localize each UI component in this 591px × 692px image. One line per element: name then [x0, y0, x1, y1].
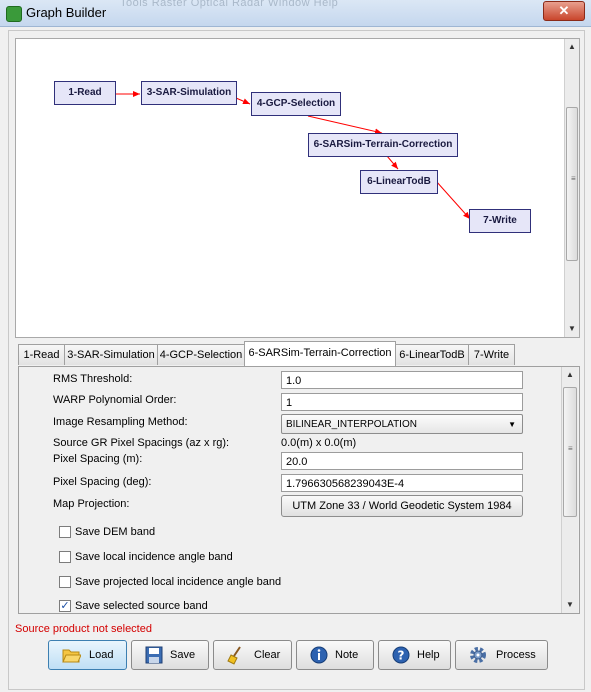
note-button-label: Note: [335, 649, 359, 661]
broom-icon: [227, 646, 241, 665]
tab-write[interactable]: 7-Write: [468, 344, 515, 365]
scroll-thumb[interactable]: ≡: [563, 387, 577, 517]
floppy-disk-icon: [145, 646, 163, 664]
save-projected-incidence-checkbox[interactable]: [59, 576, 71, 588]
edge-terrain-to-lineartodb: [386, 155, 399, 170]
help-icon: ?: [392, 646, 410, 664]
graph-node-lineartodb[interactable]: 6-LinearTodB: [360, 170, 438, 194]
graph-builder-app-icon: [6, 6, 22, 22]
pixel-spacing-m-label: Pixel Spacing (m):: [53, 453, 143, 465]
pixel-spacing-m-field[interactable]: 20.0: [281, 452, 523, 470]
window-title: Graph Builder: [26, 5, 107, 20]
note-button[interactable]: Note: [296, 640, 374, 670]
load-button[interactable]: Load: [48, 640, 127, 670]
info-icon: [310, 646, 328, 664]
graph-node-terrain-correction[interactable]: 6-SARSim-Terrain-Correction: [308, 133, 458, 157]
close-icon: ✕: [558, 3, 570, 18]
rms-threshold-label: RMS Threshold:: [53, 373, 133, 385]
graph-node-read[interactable]: 1-Read: [54, 81, 116, 105]
process-button-label: Process: [496, 649, 536, 661]
resampling-method-value: BILINEAR_INTERPOLATION: [286, 419, 417, 430]
scroll-thumb[interactable]: ≡: [566, 107, 578, 261]
background-menu-ghost: Tools Raster Optical Radar Window Help: [120, 0, 339, 9]
save-button[interactable]: Save: [131, 640, 209, 670]
resampling-method-label: Image Resampling Method:: [53, 416, 188, 428]
warp-order-label: WARP Polynomial Order:: [53, 394, 177, 406]
map-projection-button[interactable]: UTM Zone 33 / World Geodetic System 1984: [281, 495, 523, 517]
edge-lineartodb-to-write: [435, 180, 471, 220]
save-dem-band-checkbox[interactable]: [59, 526, 71, 538]
tab-sar-simulation[interactable]: 3-SAR-Simulation: [64, 344, 158, 365]
clear-button[interactable]: Clear: [213, 640, 292, 670]
tab-gcp-selection[interactable]: 4-GCP-Selection: [157, 344, 245, 365]
scroll-up-arrow-icon[interactable]: ▲: [565, 41, 579, 53]
process-button[interactable]: Process: [455, 640, 548, 670]
save-button-label: Save: [170, 649, 196, 661]
graph-node-gcp-selection[interactable]: 4-GCP-Selection: [251, 92, 341, 116]
scroll-down-arrow-icon[interactable]: ▼: [565, 323, 579, 335]
svg-text:?: ?: [398, 649, 405, 663]
load-button-label: Load: [89, 649, 114, 661]
title-bar: Tools Raster Optical Radar Window Help G…: [0, 0, 591, 27]
clear-button-label: Clear: [254, 649, 281, 661]
parameters-vertical-scrollbar[interactable]: ▲ ≡ ▼: [561, 367, 578, 613]
save-selected-source-band-label: Save selected source band: [75, 600, 208, 612]
save-local-incidence-checkbox[interactable]: [59, 551, 71, 563]
parameters-panel: RMS Threshold: 1.0 WARP Polynomial Order…: [18, 366, 580, 614]
rms-threshold-field[interactable]: 1.0: [281, 371, 523, 389]
map-projection-label: Map Projection:: [53, 498, 130, 510]
edge-gcp-to-terrain: [307, 115, 383, 135]
help-button-label: Help: [417, 649, 440, 661]
edge-sarsim-to-gcp: [235, 97, 251, 105]
resampling-method-dropdown[interactable]: BILINEAR_INTERPOLATION ▼: [281, 414, 523, 434]
tab-lineartodb[interactable]: 6-LinearTodB: [395, 344, 469, 365]
gear-icon: [470, 647, 486, 663]
checkmark-icon: ✓: [60, 600, 70, 612]
warp-order-field[interactable]: 1: [281, 393, 523, 411]
graph-vertical-scrollbar[interactable]: ▲ ≡ ▼: [564, 39, 579, 337]
status-message: Source product not selected: [15, 623, 152, 635]
save-local-incidence-label: Save local incidence angle band: [75, 551, 233, 563]
tab-sarsim-terrain-correction[interactable]: 6-SARSim-Terrain-Correction: [244, 341, 396, 366]
scroll-down-arrow-icon[interactable]: ▼: [562, 599, 578, 611]
source-spacing-value: 0.0(m) x 0.0(m): [281, 437, 357, 449]
pixel-spacing-deg-field[interactable]: 1.796630568239043E-4: [281, 474, 523, 492]
save-dem-band-label: Save DEM band: [75, 526, 156, 538]
folder-open-icon: [62, 649, 81, 663]
scroll-up-arrow-icon[interactable]: ▲: [562, 369, 578, 381]
save-selected-source-band-checkbox[interactable]: ✓: [59, 600, 71, 612]
help-button[interactable]: ? Help: [378, 640, 451, 670]
source-spacing-label: Source GR Pixel Spacings (az x rg):: [53, 437, 230, 449]
graph-node-sar-simulation[interactable]: 3-SAR-Simulation: [141, 81, 237, 105]
chevron-down-icon: ▼: [508, 420, 516, 429]
window-close-button[interactable]: ✕: [543, 1, 585, 21]
graph-canvas[interactable]: 1-Read 3-SAR-Simulation 4-GCP-Selection …: [15, 38, 580, 338]
save-projected-incidence-label: Save projected local incidence angle ban…: [75, 576, 282, 588]
pixel-spacing-deg-label: Pixel Spacing (deg):: [53, 476, 152, 488]
tab-read[interactable]: 1-Read: [18, 344, 65, 365]
graph-node-write[interactable]: 7-Write: [469, 209, 531, 233]
